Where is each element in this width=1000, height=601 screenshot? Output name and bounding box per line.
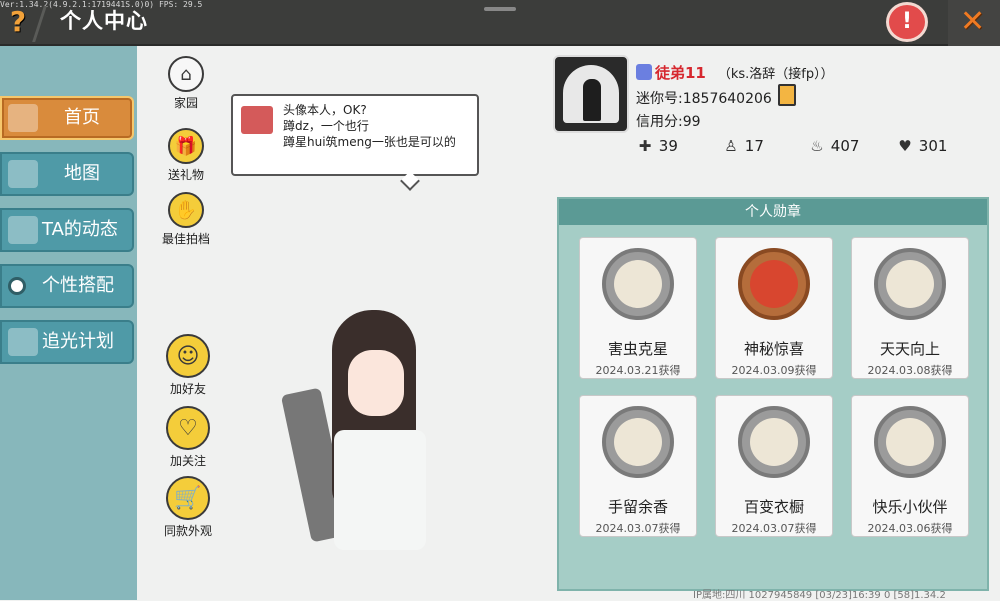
medal-giftbox-icon <box>738 248 810 320</box>
medal-card[interactable]: 快乐小伙伴 2024.03.06获得 <box>851 395 969 537</box>
medal-bug-icon <box>602 248 674 320</box>
stat-likes[interactable]: ♥ 301 <box>896 137 947 155</box>
medal-date: 2024.03.08获得 <box>867 364 953 377</box>
heart-icon: ♡ <box>166 406 210 450</box>
credit-score: 信用分:99 <box>636 114 701 130</box>
toggle-dot-icon <box>8 277 26 295</box>
medal-name: 快乐小伙伴 <box>872 498 948 516</box>
add-user-icon: ☺ <box>166 334 210 378</box>
nav-label: 首页 <box>64 107 100 128</box>
medal-panel-title: 个人勋章 <box>559 199 987 225</box>
medal-card[interactable]: 害虫克星 2024.03.21获得 <box>579 237 697 379</box>
gift-label: 送礼物 <box>167 168 204 182</box>
medal-panel: 个人勋章 害虫克星 2024.03.21获得 神秘惊喜 2024.03.09获得… <box>557 197 989 591</box>
stat-friends[interactable]: ♙ 17 <box>722 137 764 155</box>
avatar-figure <box>583 79 601 121</box>
avatar[interactable] <box>553 55 629 133</box>
bubble-line: 头像本人，OK? <box>283 103 367 117</box>
medal-name: 手留余香 <box>607 498 668 516</box>
mini-id: 迷你号:1857640206 <box>636 91 772 107</box>
partner-label: 最佳拍档 <box>161 232 210 246</box>
gift-button[interactable]: 🎁 送礼物 <box>158 128 214 183</box>
close-button[interactable]: ✕ <box>948 0 1000 46</box>
cart-icon: 🛒 <box>166 476 210 520</box>
medal-wardrobe-icon <box>738 406 810 478</box>
report-button[interactable]: ! <box>886 2 928 42</box>
nav-item-activity[interactable]: TA的动态 <box>0 208 134 252</box>
medal-card[interactable]: 百变衣橱 2024.03.07获得 <box>715 395 833 537</box>
character-body <box>334 430 426 550</box>
medal-flower-icon <box>602 406 674 478</box>
character-face <box>348 350 404 416</box>
bubble-line: 蹲星hui筑meng一张也是可以的 <box>283 135 456 149</box>
page-title: 个人中心 <box>60 9 148 33</box>
shirt-icon <box>8 104 38 132</box>
same-look-button[interactable]: 🛒 同款外观 <box>160 476 216 539</box>
stat-hot[interactable]: ♨ 407 <box>808 137 859 155</box>
bell-icon <box>8 216 38 244</box>
nav-item-home[interactable]: 首页 <box>0 96 134 140</box>
medal-name: 害虫克星 <box>607 340 668 358</box>
side-nav: 首页 地图 TA的动态 个性搭配 追光计划 <box>0 46 137 600</box>
medal-date: 2024.03.06获得 <box>867 522 953 535</box>
medal-checkmark-icon <box>874 248 946 320</box>
nav-label: TA的动态 <box>42 219 118 240</box>
nav-item-map[interactable]: 地图 <box>0 152 134 196</box>
nav-label: 追光计划 <box>42 331 114 352</box>
nav-label: 地图 <box>64 163 100 184</box>
nav-item-outfit[interactable]: 个性搭配 <box>0 264 134 308</box>
rank-badge-icon <box>636 64 652 80</box>
partner-button[interactable]: ✋ 最佳拍档 <box>158 192 214 247</box>
medal-name: 百变衣橱 <box>743 498 804 516</box>
nav-label: 个性搭配 <box>42 275 114 296</box>
person-icon: ♙ <box>724 137 738 155</box>
stat-friends-value: 17 <box>744 137 764 155</box>
home-button[interactable]: ⌂ 家园 <box>158 56 214 111</box>
home-label: 家园 <box>173 96 198 110</box>
bubble-line: 蹲dz，一个也行 <box>283 119 369 133</box>
medal-card[interactable]: 手留余香 2024.03.07获得 <box>579 395 697 537</box>
drag-handle[interactable] <box>484 7 516 11</box>
top-bar: Ver:1.34.2(4.9.2.1:1719441S.0)0) FPS: 29… <box>0 0 1000 46</box>
profile-name-row: 徒弟11 （ks.洛辞（接fp）） <box>636 62 834 83</box>
signature-bubble: 头像本人，OK? 蹲dz，一个也行 蹲星hui筑meng一张也是可以的 <box>231 94 479 191</box>
medal-date: 2024.03.21获得 <box>595 364 681 377</box>
heart-icon: ♥ <box>898 137 912 155</box>
flame-icon: ♨ <box>810 137 824 155</box>
same-look-label: 同款外观 <box>163 524 212 538</box>
stat-plus[interactable]: ✚ 39 <box>636 137 678 155</box>
medal-date: 2024.03.09获得 <box>731 364 817 377</box>
medal-date: 2024.03.07获得 <box>731 522 817 535</box>
stat-hot-value: 407 <box>830 137 860 155</box>
follow-label: 加关注 <box>169 454 206 468</box>
gift-icon: 🎁 <box>168 128 204 164</box>
title-separator <box>32 6 47 42</box>
house-icon: ⌂ <box>168 56 204 92</box>
help-button[interactable]: ? <box>2 4 34 40</box>
stat-likes-value: 301 <box>918 137 948 155</box>
handshake-icon: ✋ <box>168 192 204 228</box>
nickname-tag: （ks.洛辞（接fp）） <box>717 67 834 82</box>
add-friend-label: 加好友 <box>169 382 206 396</box>
star-map-icon <box>8 328 38 356</box>
add-friend-button[interactable]: ☺ 加好友 <box>160 334 216 397</box>
medal-friends-icon <box>874 406 946 478</box>
nav-item-plan[interactable]: 追光计划 <box>0 320 134 364</box>
copy-icon[interactable] <box>778 84 796 106</box>
player-character[interactable] <box>280 290 460 565</box>
nickname: 徒弟11 <box>655 64 706 82</box>
medal-date: 2024.03.07获得 <box>595 522 681 535</box>
follow-button[interactable]: ♡ 加关注 <box>160 406 216 469</box>
stat-plus-value: 39 <box>658 137 678 155</box>
footer-status: IP属地:四川 1027945849 [03/23]16:39 0 [58]1.… <box>693 590 946 601</box>
medal-name: 神秘惊喜 <box>743 340 804 358</box>
close-icon: ✕ <box>960 4 986 39</box>
medal-card[interactable]: 天天向上 2024.03.08获得 <box>851 237 969 379</box>
medal-name: 天天向上 <box>879 340 940 358</box>
bubble-avatar-icon <box>241 106 273 134</box>
plus-icon: ✚ <box>638 137 652 155</box>
map-icon <box>8 160 38 188</box>
medal-card[interactable]: 神秘惊喜 2024.03.09获得 <box>715 237 833 379</box>
